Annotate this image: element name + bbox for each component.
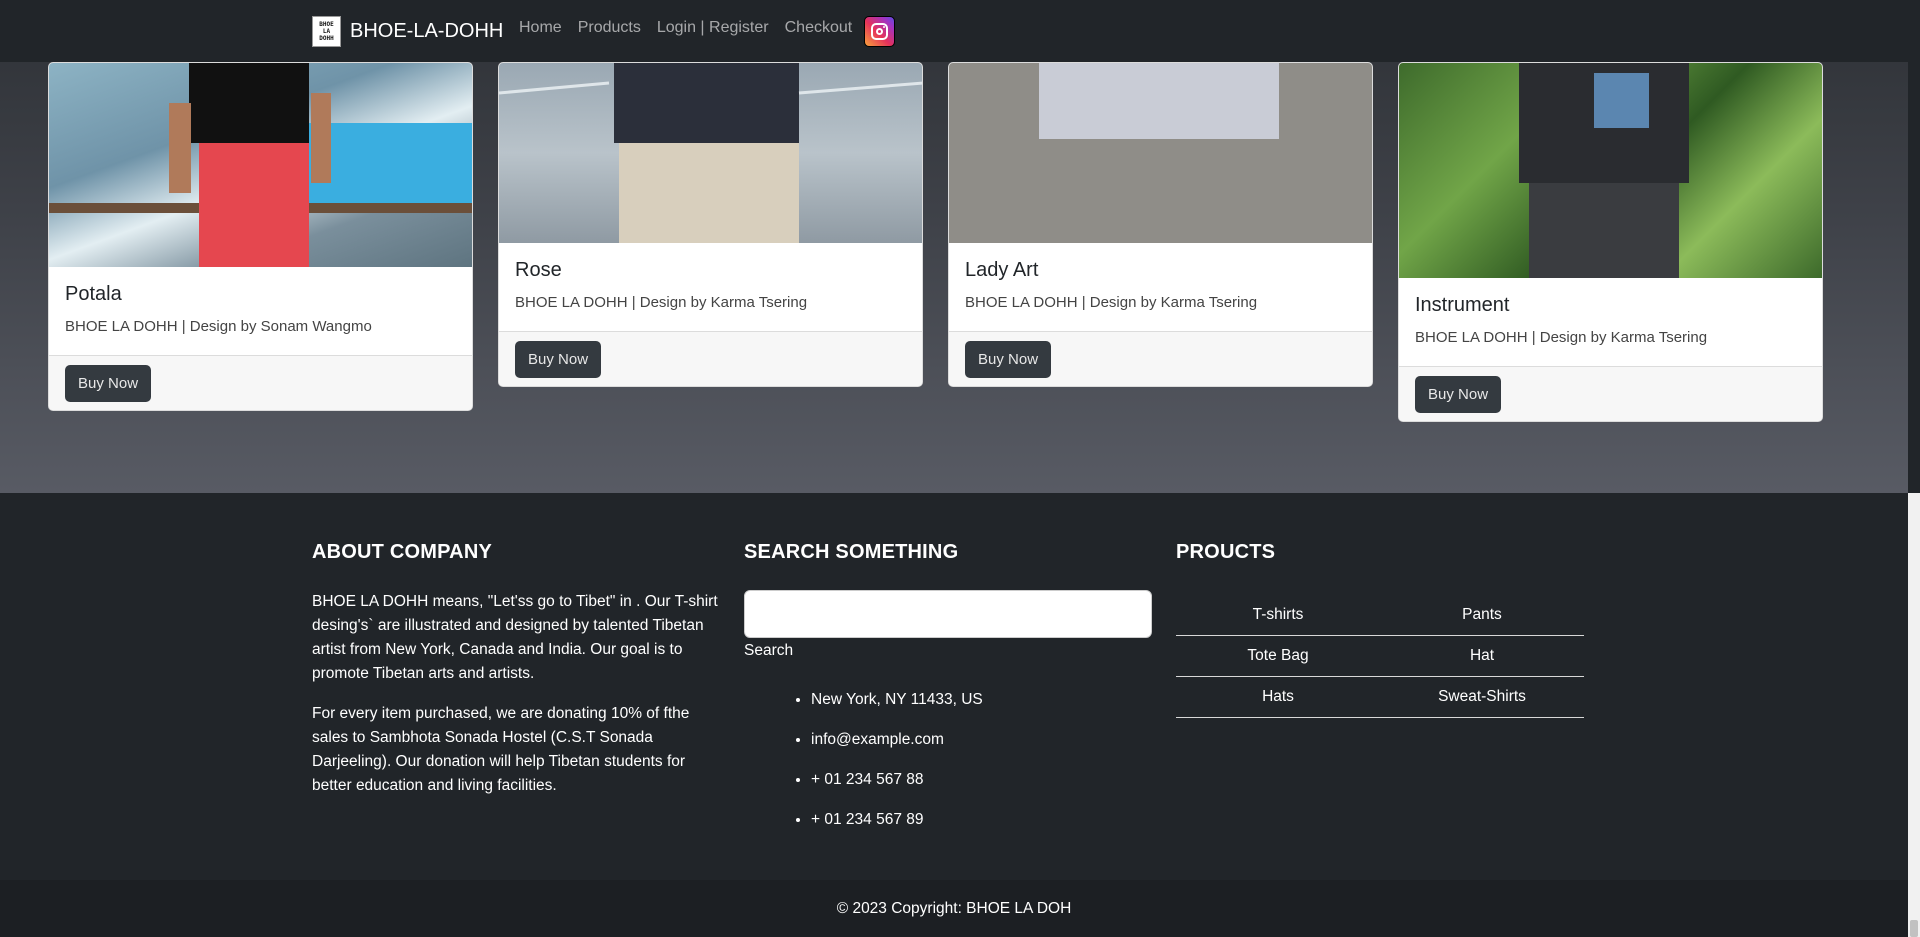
rose-photo: [499, 63, 922, 243]
contact-email: info@example.com: [811, 730, 1151, 749]
instrument-photo: [1519, 63, 1689, 278]
product-card-rose: Rose BHOE LA DOHH | Design by Karma Tser…: [498, 62, 923, 387]
buy-now-button[interactable]: Buy Now: [515, 341, 602, 378]
product-image-rose[interactable]: [499, 63, 922, 243]
search-section: SEARCH SOMETHING Search New York, NY 114…: [744, 541, 1152, 850]
product-card-instrument: Instrument BHOE LA DOHH | Design by Karm…: [1398, 62, 1823, 422]
buy-now-button[interactable]: Buy Now: [1415, 376, 1502, 413]
product-link-sweat-shirts[interactable]: Sweat-Shirts: [1380, 688, 1584, 706]
scrollbar-track[interactable]: [1908, 493, 1920, 937]
contact-phone-2: + 01 234 567 89: [811, 810, 1151, 829]
product-subtitle: BHOE LA DOHH | Design by Sonam Wangmo: [65, 318, 372, 335]
products-links-section: PROUCTS T-shirts Pants Tote Bag Hat Hats…: [1176, 541, 1584, 718]
about-heading: ABOUT COMPANY: [312, 541, 493, 563]
nav-login-register-link[interactable]: Login | Register: [657, 19, 769, 37]
about-paragraph-2: For every item purchased, we are donatin…: [312, 705, 690, 794]
nav-checkout-link[interactable]: Checkout: [785, 19, 853, 37]
buy-now-button[interactable]: Buy Now: [65, 365, 152, 402]
contact-address: New York, NY 11433, US: [811, 690, 1151, 709]
product-link-pants[interactable]: Pants: [1380, 606, 1584, 624]
product-image-lady-art[interactable]: [949, 63, 1372, 243]
brand-link[interactable]: BHOE LA DOHH BHOE-LA-DOHH: [312, 16, 503, 47]
product-title: Potala: [65, 283, 122, 305]
top-navbar: BHOE LA DOHH BHOE-LA-DOHH Home Products …: [0, 0, 1920, 62]
buy-now-button[interactable]: Buy Now: [965, 341, 1052, 378]
product-subtitle: BHOE LA DOHH | Design by Karma Tsering: [515, 294, 808, 311]
product-title: Instrument: [1415, 294, 1510, 316]
products-links-grid: T-shirts Pants Tote Bag Hat Hats Sweat-S…: [1176, 595, 1584, 718]
search-heading: SEARCH SOMETHING: [744, 541, 959, 563]
brand-name: BHOE-LA-DOHH: [350, 20, 504, 42]
about-company-section: ABOUT COMPANY BHOE LA DOHH means, "Let's…: [312, 541, 720, 798]
product-image-potala[interactable]: [49, 63, 472, 267]
nav-home-link[interactable]: Home: [519, 19, 562, 37]
scrollbar-thumb[interactable]: [1910, 920, 1918, 937]
product-link-hats[interactable]: Hats: [1176, 688, 1380, 706]
product-link-tote-bag[interactable]: Tote Bag: [1176, 647, 1380, 665]
product-title: Lady Art: [965, 259, 1039, 281]
instagram-icon[interactable]: [864, 16, 895, 47]
product-subtitle: BHOE LA DOHH | Design by Karma Tsering: [965, 294, 1258, 311]
product-link-hat[interactable]: Hat: [1380, 647, 1584, 665]
contact-list: New York, NY 11433, US info@example.com …: [744, 690, 1151, 829]
potala-photo: [49, 63, 472, 267]
brand-logo: BHOE LA DOHH: [312, 16, 341, 47]
nav-links: Home Products Login | Register Checkout: [519, 19, 868, 37]
footer: ABOUT COMPANY BHOE LA DOHH means, "Let's…: [0, 493, 1908, 880]
product-title: Rose: [515, 259, 562, 281]
contact-phone-1: + 01 234 567 88: [811, 770, 1151, 789]
product-subtitle: BHOE LA DOHH | Design by Karma Tsering: [1415, 329, 1708, 346]
product-link-tshirts[interactable]: T-shirts: [1176, 606, 1380, 624]
about-paragraph-1: BHOE LA DOHH means, "Let'ss go to Tibet"…: [312, 593, 718, 682]
product-card-potala: Potala BHOE LA DOHH | Design by Sonam Wa…: [48, 62, 473, 411]
copyright-text: © 2023 Copyright: BHOE LA DOH: [836, 899, 1072, 917]
product-image-instrument[interactable]: [1399, 63, 1822, 278]
product-card-lady-art: Lady Art BHOE LA DOHH | Design by Karma …: [948, 62, 1373, 387]
copyright-bar: © 2023 Copyright: BHOE LA DOH: [0, 880, 1908, 937]
lady-art-photo: [1039, 63, 1279, 139]
search-button[interactable]: Search: [744, 642, 793, 660]
products-heading: PROUCTS: [1176, 541, 1276, 563]
products-section: Potala BHOE LA DOHH | Design by Sonam Wa…: [0, 0, 1908, 493]
search-input[interactable]: [744, 590, 1152, 638]
nav-products-link[interactable]: Products: [578, 19, 641, 37]
